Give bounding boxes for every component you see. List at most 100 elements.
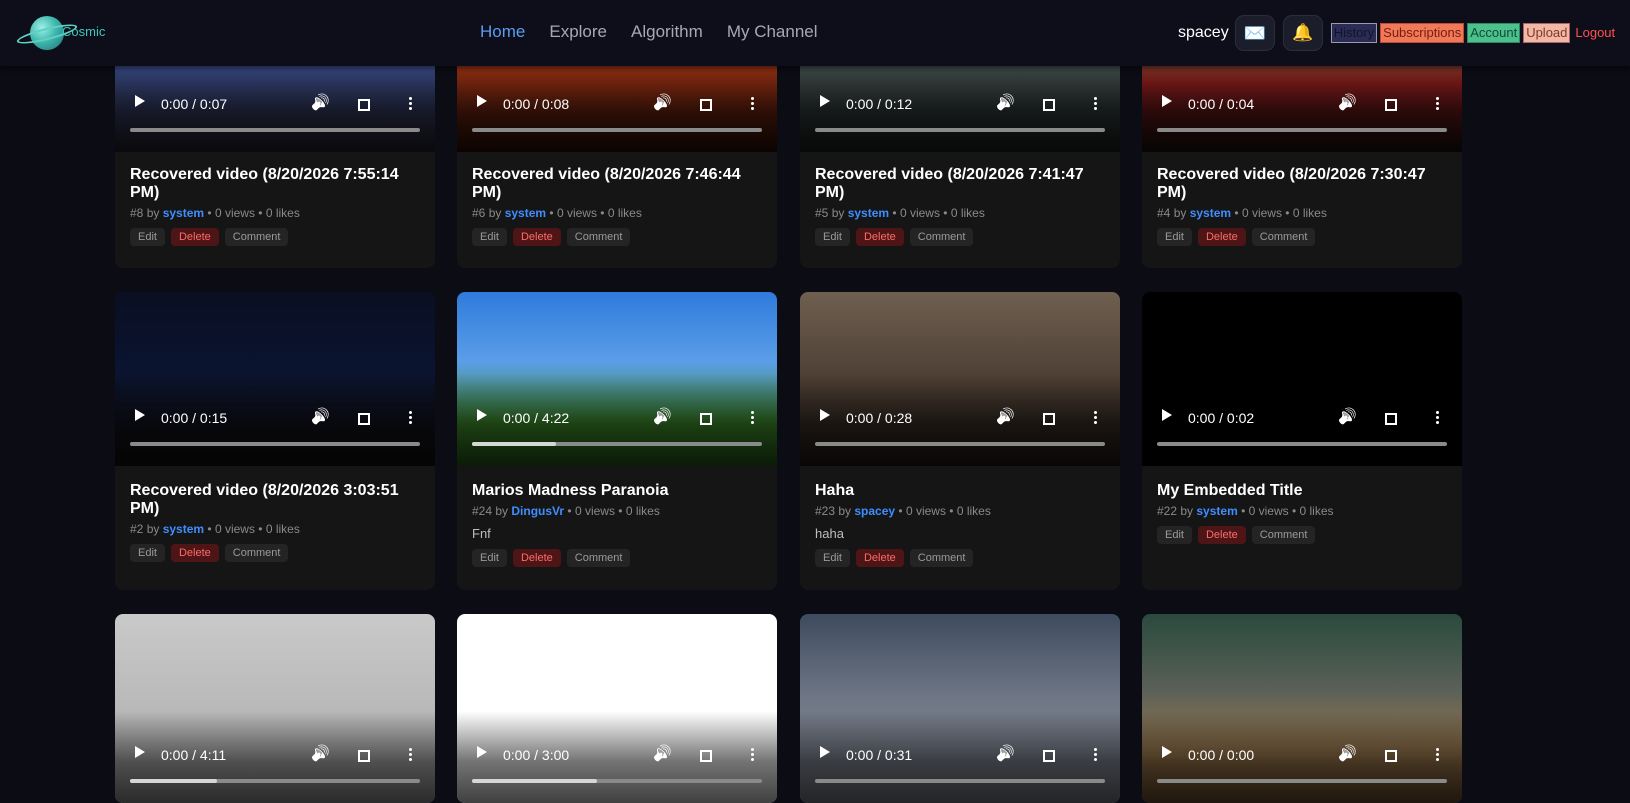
more-options-icon[interactable] [1436, 97, 1439, 112]
fullscreen-icon[interactable] [1385, 99, 1397, 111]
seek-bar[interactable] [130, 128, 420, 132]
play-icon[interactable] [1162, 746, 1172, 758]
comment-button[interactable]: Comment [224, 544, 289, 562]
video-title[interactable]: Recovered video (8/20/2026 3:03:51 PM) [130, 482, 423, 518]
edit-button[interactable]: Edit [815, 549, 850, 567]
comment-button[interactable]: Comment [566, 549, 631, 567]
play-icon[interactable] [1162, 409, 1172, 421]
volume-icon[interactable]: 🔊 [1338, 93, 1357, 111]
delete-button[interactable]: Delete [512, 549, 561, 567]
nav-my-channel[interactable]: My Channel [727, 22, 818, 42]
seek-bar[interactable] [815, 128, 1105, 132]
author-link[interactable]: system [163, 206, 204, 220]
more-options-icon[interactable] [751, 411, 754, 426]
edit-button[interactable]: Edit [1157, 228, 1192, 246]
nav-home[interactable]: Home [480, 22, 525, 42]
seek-bar[interactable] [472, 128, 762, 132]
fullscreen-icon[interactable] [358, 99, 370, 111]
edit-button[interactable]: Edit [130, 228, 165, 246]
video-player[interactable]: 0:00 / 0:02 🔊 [1142, 292, 1462, 466]
delete-button[interactable]: Delete [1197, 526, 1246, 544]
delete-button[interactable]: Delete [1197, 228, 1246, 246]
fullscreen-icon[interactable] [358, 413, 370, 425]
messages-button[interactable]: ✉️ [1234, 15, 1275, 51]
volume-icon[interactable]: 🔊 [311, 407, 330, 425]
video-player[interactable]: 0:00 / 3:00 🔊 [457, 614, 777, 803]
fullscreen-icon[interactable] [1043, 413, 1055, 425]
more-options-icon[interactable] [409, 748, 412, 763]
more-options-icon[interactable] [409, 97, 412, 112]
volume-icon[interactable]: 🔊 [1338, 407, 1357, 425]
volume-icon[interactable]: 🔊 [653, 407, 672, 425]
volume-icon[interactable]: 🔊 [996, 744, 1015, 762]
volume-icon[interactable]: 🔊 [653, 744, 672, 762]
video-player[interactable]: 0:00 / 0:15 🔊 [115, 292, 435, 466]
more-options-icon[interactable] [1436, 748, 1439, 763]
fullscreen-icon[interactable] [1385, 413, 1397, 425]
video-player[interactable]: 0:00 / 4:11 🔊 [115, 614, 435, 803]
video-player[interactable]: 0:00 / 4:22 🔊 [457, 292, 777, 466]
fullscreen-icon[interactable] [700, 99, 712, 111]
seek-bar[interactable] [1157, 779, 1447, 783]
edit-button[interactable]: Edit [1157, 526, 1192, 544]
play-icon[interactable] [820, 746, 830, 758]
comment-button[interactable]: Comment [1251, 228, 1316, 246]
play-icon[interactable] [477, 746, 487, 758]
volume-icon[interactable]: 🔊 [996, 407, 1015, 425]
fullscreen-icon[interactable] [358, 750, 370, 762]
more-options-icon[interactable] [1094, 97, 1097, 112]
seek-bar[interactable] [1157, 128, 1447, 132]
edit-button[interactable]: Edit [472, 228, 507, 246]
edit-button[interactable]: Edit [472, 549, 507, 567]
fullscreen-icon[interactable] [1043, 99, 1055, 111]
seek-bar[interactable] [130, 442, 420, 446]
video-title[interactable]: My Embedded Title [1157, 482, 1450, 500]
play-icon[interactable] [820, 95, 830, 107]
history-button[interactable]: History [1330, 23, 1378, 43]
fullscreen-icon[interactable] [1385, 750, 1397, 762]
author-link[interactable]: system [1190, 206, 1231, 220]
play-icon[interactable] [135, 95, 145, 107]
seek-bar[interactable] [815, 442, 1105, 446]
seek-bar[interactable] [472, 442, 762, 446]
seek-bar[interactable] [815, 779, 1105, 783]
edit-button[interactable]: Edit [815, 228, 850, 246]
comment-button[interactable]: Comment [566, 228, 631, 246]
comment-button[interactable]: Comment [909, 228, 974, 246]
subscriptions-button[interactable]: Subscriptions [1380, 23, 1465, 43]
volume-icon[interactable]: 🔊 [311, 744, 330, 762]
play-icon[interactable] [135, 409, 145, 421]
play-icon[interactable] [477, 409, 487, 421]
author-link[interactable]: system [505, 206, 546, 220]
nav-explore[interactable]: Explore [549, 22, 607, 42]
video-player[interactable]: 0:00 / 0:31 🔊 [800, 614, 1120, 803]
video-title[interactable]: Recovered video (8/20/2026 7:55:14 PM) [130, 166, 423, 202]
play-icon[interactable] [820, 409, 830, 421]
edit-button[interactable]: Edit [130, 544, 165, 562]
notifications-button[interactable]: 🔔 [1282, 15, 1323, 51]
more-options-icon[interactable] [1094, 411, 1097, 426]
volume-icon[interactable]: 🔊 [996, 93, 1015, 111]
seek-bar[interactable] [130, 779, 420, 783]
comment-button[interactable]: Comment [224, 228, 289, 246]
author-link[interactable]: DingusVr [511, 504, 564, 518]
author-link[interactable]: spacey [854, 504, 895, 518]
video-player[interactable]: 0:00 / 0:00 🔊 [1142, 614, 1462, 803]
upload-button[interactable]: Upload [1523, 23, 1571, 43]
account-button[interactable]: Account [1467, 23, 1521, 43]
cosmic-logo[interactable]: Cosmic [15, 14, 106, 52]
video-title[interactable]: Recovered video (8/20/2026 7:30:47 PM) [1157, 166, 1450, 202]
logout-button[interactable]: Logout [1573, 24, 1617, 42]
seek-bar[interactable] [1157, 442, 1447, 446]
play-icon[interactable] [135, 746, 145, 758]
more-options-icon[interactable] [1094, 748, 1097, 763]
more-options-icon[interactable] [751, 748, 754, 763]
delete-button[interactable]: Delete [170, 228, 219, 246]
video-title[interactable]: Recovered video (8/20/2026 7:46:44 PM) [472, 166, 765, 202]
fullscreen-icon[interactable] [700, 413, 712, 425]
delete-button[interactable]: Delete [512, 228, 561, 246]
nav-algorithm[interactable]: Algorithm [631, 22, 703, 42]
author-link[interactable]: system [1196, 504, 1237, 518]
video-title[interactable]: Recovered video (8/20/2026 7:41:47 PM) [815, 166, 1108, 202]
comment-button[interactable]: Comment [1251, 526, 1316, 544]
